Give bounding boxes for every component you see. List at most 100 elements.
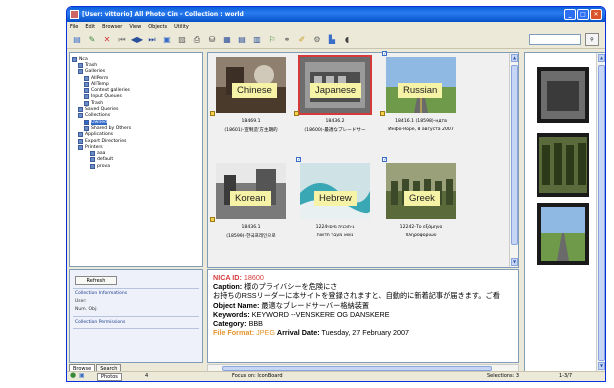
page-field[interactable]: Photos — [97, 373, 122, 381]
menu-file[interactable]: File — [70, 24, 78, 30]
thumbnail-caption: πληροφοριών — [405, 233, 437, 238]
thumbnail-card[interactable]: ✓ 1224ג-תוכנית מיסוי נושא מעבר חדשות Heb… — [294, 157, 376, 253]
thumbnail-id: 12242-Το εξάμηνο — [399, 225, 443, 230]
scroll-thumb[interactable] — [511, 65, 518, 245]
link-icon[interactable]: ⚭ — [281, 34, 293, 46]
folder-icon — [84, 94, 89, 100]
tree-item-label: Applications — [85, 132, 114, 138]
pen-icon[interactable]: ✐ — [296, 34, 308, 46]
keywords-label: Keywords: — [213, 309, 250, 319]
refresh-button[interactable]: Refresh — [75, 276, 117, 285]
tree-item[interactable]: prova — [72, 163, 200, 169]
range-status: 1-3/7 — [559, 373, 573, 379]
scroll-thumb[interactable] — [598, 65, 605, 361]
thumbnail-card[interactable]: ✓ 12242-Το εξάμηνο πληροφοριών Greek — [380, 157, 462, 253]
view-detail-icon[interactable]: ▥ — [251, 34, 263, 46]
tree-item-label: Nca — [79, 56, 88, 62]
keywords-value: KEYWORD --VENSKERE OG DANSKERE — [251, 309, 390, 319]
map-icon[interactable]: ⚐ — [266, 34, 278, 46]
search-input[interactable] — [529, 34, 581, 45]
select-checkbox[interactable]: ✓ — [382, 157, 387, 163]
grid-scrollbar[interactable]: ▲ ▼ — [509, 53, 518, 267]
select-checkbox[interactable] — [210, 111, 215, 116]
tree-item-label: Shared by Others — [91, 125, 132, 131]
scroll-up-icon[interactable]: ▲ — [511, 54, 518, 62]
delete-icon[interactable]: ✕ — [101, 34, 113, 46]
edit2-icon[interactable]: ▨ — [176, 34, 188, 46]
scroll-up-icon[interactable]: ▲ — [598, 54, 605, 62]
preview-image[interactable] — [537, 203, 589, 265]
thumbnail-caption: Инфо-Rope, 8 августа 2007 — [388, 127, 454, 132]
folder-icon — [84, 119, 89, 125]
thumbnail-card[interactable]: ✓ 18416.1 (18598)-ндтв Инфо-Rope, 8 авгу… — [380, 51, 462, 147]
preview-scrollbar[interactable]: ▲ ▼ — [596, 53, 605, 371]
thumbnail-id: 18469.1 — [241, 119, 261, 124]
last-icon[interactable]: ⏭ — [146, 34, 158, 46]
select-checkbox[interactable] — [294, 111, 299, 116]
folder-icon — [84, 88, 89, 94]
caption-value: 様のプライバシーを危険にさ — [244, 282, 338, 292]
num-obj-label: Num. Obj: — [75, 307, 98, 312]
tree-item-label: Input Queues — [91, 94, 122, 100]
view-grid-icon[interactable]: ▦ — [221, 34, 233, 46]
printer-icon — [90, 157, 95, 163]
nica-id-value: 18600 — [243, 273, 264, 282]
edit-icon[interactable]: ▣ — [161, 34, 173, 46]
page-number: 4 — [145, 373, 149, 379]
menu-bar: File Edit Browser View Objects Utility — [67, 22, 605, 31]
thumbnail-id: 18436.2 — [325, 119, 345, 124]
folder-icon — [78, 144, 83, 150]
thumbnail-id: 1224ג-תוכנית מיסוי — [315, 225, 355, 230]
title-bar: [User: vittorio] All Photo Cin - Collect… — [67, 7, 605, 22]
minimize-button[interactable]: _ — [564, 9, 576, 20]
preview-image[interactable] — [537, 133, 589, 197]
add-icon[interactable]: ▤ — [71, 34, 83, 46]
tag-icon[interactable]: ✎ — [86, 34, 98, 46]
category-value: BBB — [248, 319, 263, 329]
tree-item-label: Trash — [85, 62, 98, 68]
menu-view[interactable]: View — [129, 24, 141, 30]
thumbnail-id: 18436.1 — [241, 225, 261, 230]
metadata-panel: NICA ID: 18600 Caption: 様のプライバシーを危険にさ お持… — [207, 269, 519, 363]
select-checkbox[interactable] — [380, 111, 385, 116]
select-checkbox[interactable] — [210, 217, 215, 222]
speaker-icon[interactable]: ◖ — [341, 34, 353, 46]
menu-utility[interactable]: Utility — [174, 24, 189, 30]
caption-line2: お持ちのRSSリーダーに本サイトを登録されますと、自動的に新着記事が届きます。ご… — [213, 291, 500, 301]
thumbnail-card[interactable]: 18436.1 (18599)-한국프레인으로 Korean — [210, 159, 292, 253]
category-label: Category: — [213, 319, 247, 329]
user-label: User: — [75, 299, 87, 304]
gear-icon[interactable]: ⚙ — [311, 34, 323, 46]
tree-item-label: Context galleries — [91, 88, 130, 94]
menu-edit[interactable]: Edit — [85, 24, 95, 30]
preview-image[interactable] — [537, 67, 589, 123]
close-button[interactable]: ✕ — [590, 9, 602, 20]
tree-item-label: Trash — [91, 100, 104, 106]
print-icon[interactable]: ⎙ — [191, 34, 203, 46]
view-list-icon[interactable]: ▤ — [236, 34, 248, 46]
folder-icon — [78, 107, 83, 113]
thumbnail-card[interactable]: 18469.1 (18601)-宣制造'方主期的 Chinese — [210, 53, 292, 147]
menu-browser[interactable]: Browser — [102, 24, 122, 30]
thumbnail-card[interactable]: 18436.2 (18600)-最適なプレードサー Japanese — [294, 53, 376, 147]
tree-item-label: Collections — [85, 113, 111, 119]
maximize-button[interactable]: □ — [577, 9, 589, 20]
status-bar: ● ▣ Photos 4 Focus on: IconBoard Selecti… — [67, 371, 605, 381]
select-checkbox[interactable]: ✓ — [382, 51, 387, 57]
first-icon[interactable]: ⏮ — [116, 34, 128, 46]
menu-objects[interactable]: Objects — [148, 24, 167, 30]
thumbnail-caption: (18599)-한국프레인으로 — [226, 234, 276, 239]
toolbar: ▤ ✎ ✕ ⏮ ◀▶ ⏭ ▣ ▨ ⎙ ⛁ ▦ ▤ ▥ ⚐ ⚭ ✐ ⚙ ▙ ◖ ⚲ — [67, 31, 605, 49]
select-checkbox[interactable]: ✓ — [296, 157, 301, 163]
scroll-down-icon[interactable]: ▼ — [598, 362, 605, 370]
export-icon[interactable]: ⛁ — [206, 34, 218, 46]
prev-next-icon[interactable]: ◀▶ — [131, 34, 143, 46]
language-label: Korean — [230, 191, 271, 206]
tree-item-label: Export Directories — [85, 138, 127, 144]
chart-icon[interactable]: ▙ — [326, 34, 338, 46]
folder-icon — [84, 75, 89, 81]
tree-item-label: Saved Queries — [85, 107, 119, 113]
scroll-down-icon[interactable]: ▼ — [511, 258, 518, 266]
folder-icon — [84, 81, 89, 87]
search-go-button[interactable]: ⚲ — [585, 33, 599, 46]
